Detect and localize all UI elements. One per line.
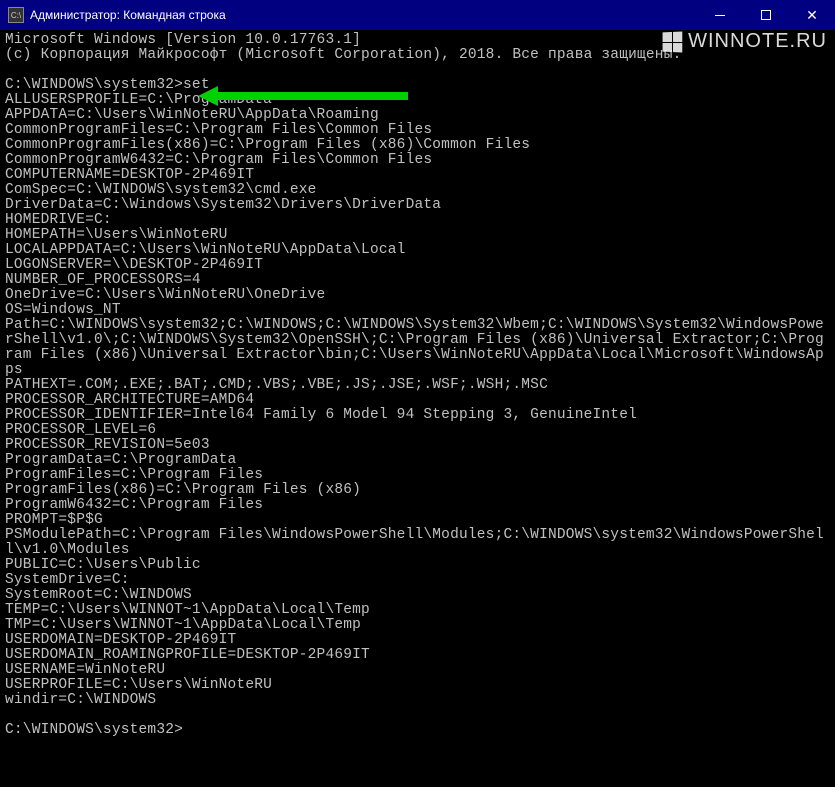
window-controls: ✕ bbox=[697, 0, 835, 30]
window-titlebar: C:\ Администратор: Командная строка ✕ bbox=[0, 0, 835, 30]
window-title: Администратор: Командная строка bbox=[30, 8, 697, 22]
minimize-button[interactable] bbox=[697, 0, 743, 30]
close-button[interactable]: ✕ bbox=[789, 0, 835, 30]
windows-logo-icon bbox=[663, 31, 683, 52]
console-output[interactable]: Microsoft Windows [Version 10.0.17763.1]… bbox=[0, 30, 835, 741]
watermark-text: WINNOTE.RU bbox=[688, 30, 827, 53]
cmd-icon: C:\ bbox=[8, 7, 24, 23]
watermark: WINNOTE.RU bbox=[662, 30, 827, 53]
maximize-button[interactable] bbox=[743, 0, 789, 30]
